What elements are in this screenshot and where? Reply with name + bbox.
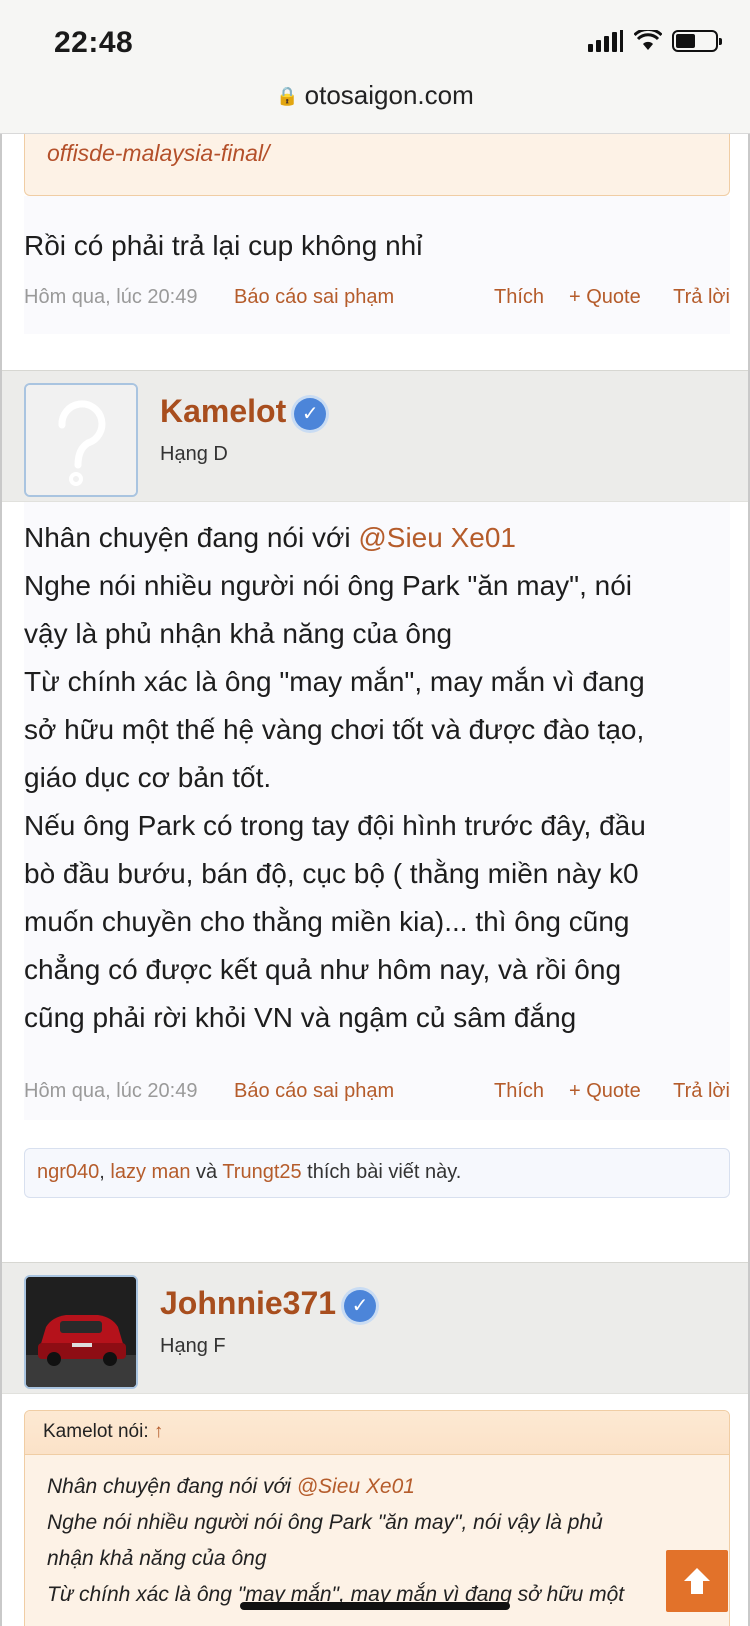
username[interactable]: Kamelot ✓ [160,393,327,430]
message-line: cũng phải rời khỏi VN và ngậm củ sâm đắn… [24,1002,577,1033]
post-date[interactable]: Hôm qua, lúc 20:49 [24,1080,197,1103]
status-time: 22:48 [54,26,134,59]
user-mention[interactable]: @Sieu Xe01 [358,522,516,553]
post-message: Nhân chuyện đang nói với @Sieu Xe01 Nghe… [24,514,730,1042]
like-link[interactable]: Thích [494,1080,544,1103]
message-line: Nếu ông Park có trong tay đội hình trước… [24,810,646,841]
message-line: chẳng có được kết quả như hôm nay, và rồ… [24,954,622,985]
quote-link[interactable]: + Quote [569,286,641,309]
liker-link[interactable]: ngr040 [37,1161,99,1183]
post-meta: Hôm qua, lúc 20:49 Báo cáo sai phạm Thíc… [24,286,730,316]
post-meta: Hôm qua, lúc 20:49 Báo cáo sai phạm Thíc… [24,1080,730,1110]
jump-to-quote-icon[interactable]: ↑ [154,1421,164,1442]
url-bar[interactable]: 🔒 otosaigon.com [0,80,750,111]
home-indicator[interactable] [240,1602,510,1610]
message-line: muốn chuyền cho thằng miền kia)... thì ô… [24,906,630,937]
post-author-band: Kamelot ✓ Hạng D [2,370,748,502]
lock-icon: 🔒 [276,86,299,106]
message-line: sở hữu một thế hệ vàng chơi tốt và được … [24,714,645,745]
reply-link[interactable]: Trả lời [673,286,730,309]
reply-link[interactable]: Trả lời [673,1080,730,1103]
likes-summary: ngr040, lazy man và Trungt25 thích bài v… [24,1148,730,1198]
message-line: vậy là phủ nhận khả năng của ông [24,618,453,649]
verified-badge-icon: ✓ [294,398,327,430]
user-mention[interactable]: @Sieu Xe01 [297,1475,415,1498]
quote-link[interactable]: + Quote [569,1080,641,1103]
post-author-band: Johnnie371 ✓ Hạng F [2,1262,748,1394]
arrow-up-icon [684,1568,710,1594]
quoted-link[interactable]: offisde-malaysia-final/ [47,140,269,166]
quote-line: nhận khả năng của ông [47,1547,267,1570]
signal-icon [588,30,624,52]
quote-line: Nghe nói nhiều người nói ông Park "ăn ma… [47,1511,603,1534]
message-line: Nghe nói nhiều người nói ông Park "ăn ma… [24,570,633,601]
username[interactable]: Johnnie371 ✓ [160,1285,377,1322]
like-link[interactable]: Thích [494,286,544,309]
message-line: giáo dục cơ bản tốt. [24,762,272,793]
quote-author: Kamelot nói: [43,1421,154,1442]
battery-icon [672,30,722,52]
user-rank: Hạng D [160,443,228,465]
wifi-icon [634,30,662,50]
avatar[interactable] [24,1275,138,1389]
liker-link[interactable]: Trungt25 [222,1161,301,1183]
url-text: otosaigon.com [304,80,474,110]
username-text[interactable]: Kamelot [160,393,286,429]
report-link[interactable]: Báo cáo sai phạm [234,286,394,309]
quote-box: Kamelot nói: ↑ Nhân chuyện đang nói với … [24,1410,730,1626]
quote-line: Nhân chuyện đang nói với @Sieu Xe01 [47,1475,415,1498]
post-message: Rồi có phải trả lại cup không nhỉ [24,230,423,261]
quote-box-tail: offisde-malaysia-final/ [24,134,730,196]
avatar[interactable] [24,383,138,497]
quote-header: Kamelot nói: ↑ [25,1411,729,1455]
message-line: Nhân chuyện đang nói với @Sieu Xe01 [24,522,516,553]
message-line: bò đầu bướu, bán độ, cục bộ ( thằng miền… [24,858,639,889]
scroll-to-top-button[interactable] [666,1550,728,1612]
user-rank: Hạng F [160,1335,226,1357]
car-avatar-image [26,1277,136,1387]
quote-body: Nhân chuyện đang nói với @Sieu Xe01 Nghe… [25,1455,729,1626]
report-link[interactable]: Báo cáo sai phạm [234,1080,394,1103]
browser-chrome: 22:48 🔒 otosaigon.com [0,0,750,134]
status-icons [588,30,722,52]
post-date[interactable]: Hôm qua, lúc 20:49 [24,286,197,309]
liker-link[interactable]: lazy man [110,1161,190,1183]
username-text[interactable]: Johnnie371 [160,1285,336,1321]
message-line: Từ chính xác là ông "may mắn", may mắn v… [24,666,645,697]
placeholder-avatar-icon [26,385,136,495]
verified-badge-icon: ✓ [344,1290,377,1322]
thread-page: offisde-malaysia-final/ Rồi có phải trả … [0,134,750,1626]
